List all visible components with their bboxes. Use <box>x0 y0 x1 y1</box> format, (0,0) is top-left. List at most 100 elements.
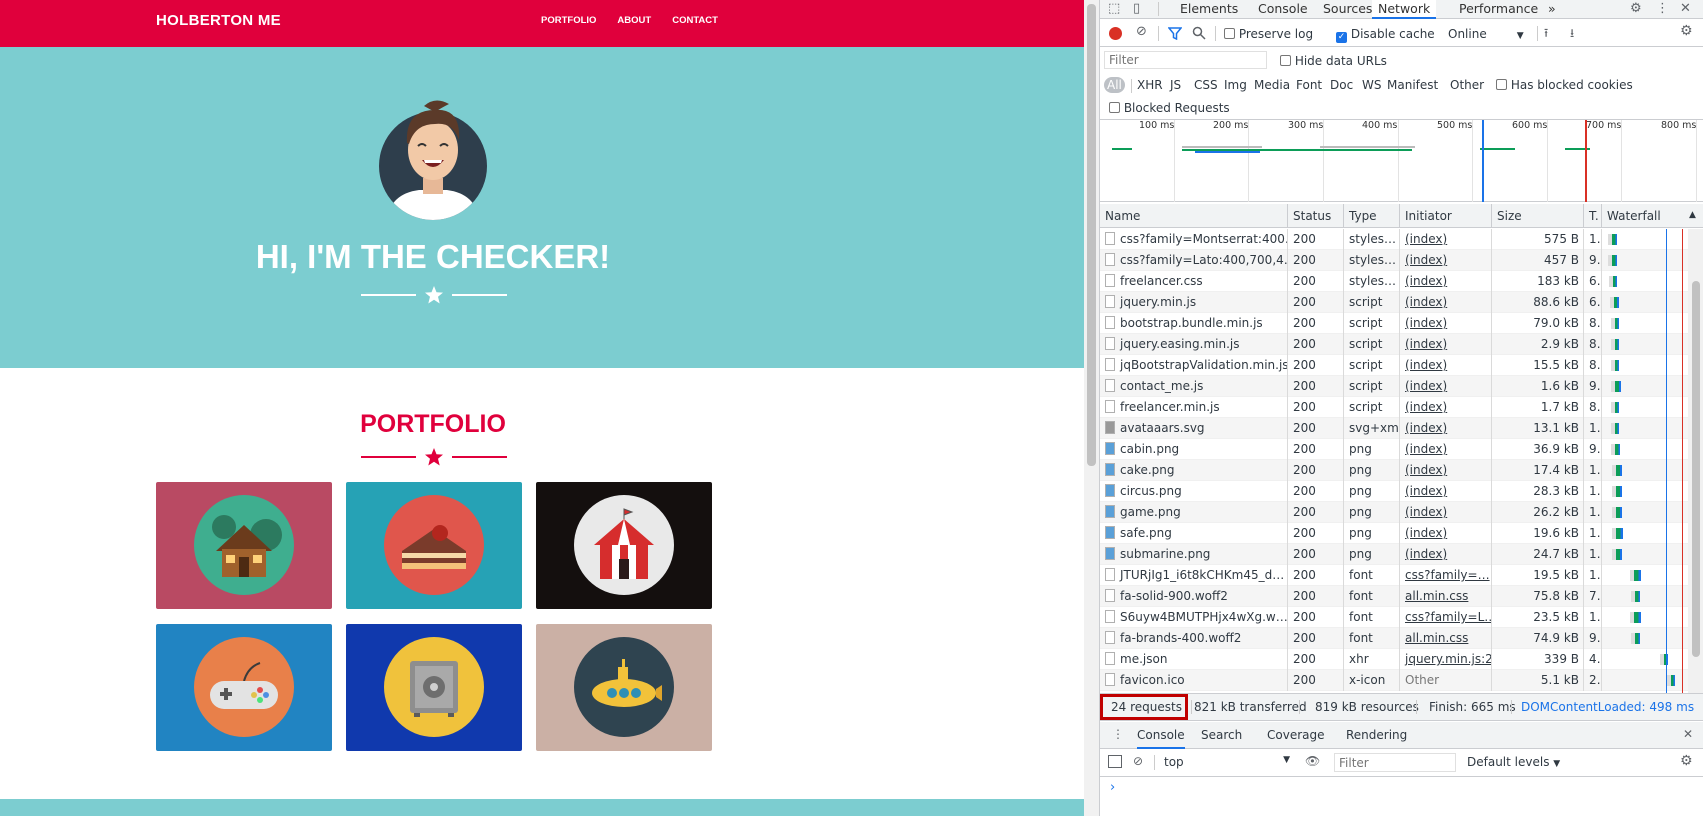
cell-initiator[interactable]: (index) <box>1400 523 1492 544</box>
cell-initiator[interactable]: (index) <box>1400 271 1492 292</box>
request-row[interactable]: fa-solid-900.woff2 200 font all.min.css 75.8… <box>1100 586 1688 607</box>
col-status[interactable]: Status <box>1288 204 1344 228</box>
col-waterfall[interactable]: Waterfall <box>1602 204 1702 228</box>
filter-input[interactable] <box>1104 51 1267 69</box>
disable-cache-checkbox[interactable]: ✓ Disable cache <box>1336 27 1435 43</box>
filter-type-other[interactable]: Other <box>1450 78 1484 92</box>
tab-network[interactable]: Network <box>1372 0 1437 19</box>
context-select[interactable]: top ▼ <box>1164 755 1290 769</box>
request-row[interactable]: me.json 200 xhr jquery.min.js:2 339 B 4… <box>1100 649 1688 670</box>
console-settings-icon[interactable]: ⚙ <box>1680 753 1693 769</box>
tab-console[interactable]: Console <box>1258 0 1308 17</box>
drawer-tab-console[interactable]: Console <box>1137 728 1185 749</box>
timeline-overview[interactable]: 100 ms 200 ms 300 ms 400 ms 500 ms 600 m… <box>1100 120 1703 202</box>
import-har-icon[interactable]: ⭱ <box>1544 24 1548 45</box>
filter-type-js[interactable]: JS <box>1170 78 1181 92</box>
col-name[interactable]: Name <box>1100 204 1288 228</box>
site-brand[interactable]: HOLBERTON ME <box>156 12 281 29</box>
clear-console-icon[interactable]: ⊘ <box>1133 754 1143 768</box>
settings-gear-icon[interactable]: ⚙ <box>1630 0 1642 17</box>
sidebar-toggle-icon[interactable] <box>1108 755 1122 768</box>
request-row[interactable]: css?family=Montserrat:400… 200 styles… (ind… <box>1100 229 1688 250</box>
cell-initiator[interactable]: (index) <box>1400 313 1492 334</box>
inspect-element-icon[interactable]: ⬚ <box>1108 0 1120 17</box>
request-row[interactable]: jquery.min.js 200 script (index) 88.6 kB 6… <box>1100 292 1688 313</box>
page-scrollbar[interactable] <box>1084 0 1099 816</box>
request-row[interactable]: contact_me.js 200 script (index) 1.6 kB 9… <box>1100 376 1688 397</box>
more-tabs-button[interactable]: » <box>1548 0 1556 17</box>
request-row[interactable]: fa-brands-400.woff2 200 font all.min.css 74.… <box>1100 628 1688 649</box>
tab-performance[interactable]: Performance <box>1459 0 1538 17</box>
drawer-tab-coverage[interactable]: Coverage <box>1267 728 1325 742</box>
clear-icon[interactable]: ⊘ <box>1136 24 1147 39</box>
portfolio-item-cabin[interactable] <box>156 482 332 609</box>
col-type[interactable]: Type <box>1344 204 1400 228</box>
filter-type-css[interactable]: CSS <box>1194 78 1218 92</box>
nav-link-contact[interactable]: CONTACT <box>672 15 718 26</box>
close-icon[interactable]: ✕ <box>1680 0 1691 17</box>
record-button[interactable] <box>1109 27 1122 40</box>
search-icon[interactable] <box>1192 26 1206 40</box>
cell-initiator[interactable]: jquery.min.js:2 <box>1400 649 1492 670</box>
portfolio-item-game[interactable] <box>156 624 332 751</box>
request-row[interactable]: submarine.png 200 png (index) 24.7 kB 1… <box>1100 544 1688 565</box>
request-row[interactable]: jqBootstrapValidation.min.js 200 script (in… <box>1100 355 1688 376</box>
request-row[interactable]: safe.png 200 png (index) 19.6 kB 1… <box>1100 523 1688 544</box>
request-row[interactable]: css?family=Lato:400,700,4… 200 styles… (ind… <box>1100 250 1688 271</box>
cell-initiator[interactable]: (index) <box>1400 229 1492 250</box>
cell-initiator[interactable]: css?family=L… <box>1400 607 1492 628</box>
cell-initiator[interactable]: (index) <box>1400 502 1492 523</box>
console-filter-input[interactable] <box>1334 753 1456 772</box>
portfolio-item-circus[interactable] <box>536 482 712 609</box>
cell-initiator[interactable]: css?family=… <box>1400 565 1492 586</box>
filter-type-ws[interactable]: WS <box>1362 78 1381 92</box>
filter-type-img[interactable]: Img <box>1224 78 1247 92</box>
preserve-log-checkbox[interactable]: Preserve log <box>1224 27 1313 41</box>
nav-link-portfolio[interactable]: PORTFOLIO <box>541 15 596 26</box>
cell-initiator[interactable]: (index) <box>1400 292 1492 313</box>
request-row[interactable]: game.png 200 png (index) 26.2 kB 1… <box>1100 502 1688 523</box>
log-levels-select[interactable]: Default levels ▼ <box>1467 755 1560 769</box>
filter-type-font[interactable]: Font <box>1296 78 1322 92</box>
cell-initiator[interactable]: (index) <box>1400 376 1492 397</box>
col-time[interactable]: T. <box>1584 204 1602 228</box>
export-har-icon[interactable]: ⭳ <box>1570 24 1574 45</box>
drawer-close-icon[interactable]: ✕ <box>1683 727 1693 741</box>
request-row[interactable]: cake.png 200 png (index) 17.4 kB 1… <box>1100 460 1688 481</box>
portfolio-item-submarine[interactable] <box>536 624 712 751</box>
request-row[interactable]: freelancer.css 200 styles… (index) 183 kB 6… <box>1100 271 1688 292</box>
request-row[interactable]: S6uyw4BMUTPHjx4wXg.w… 200 font css?family=L… <box>1100 607 1688 628</box>
tab-sources[interactable]: Sources <box>1323 0 1372 17</box>
portfolio-item-cake[interactable] <box>346 482 522 609</box>
cell-initiator[interactable]: (index) <box>1400 460 1492 481</box>
has-blocked-cookies-checkbox[interactable]: Has blocked cookies <box>1496 78 1633 92</box>
cell-initiator[interactable]: (index) <box>1400 355 1492 376</box>
filter-type-xhr[interactable]: XHR <box>1137 78 1163 92</box>
filter-type-doc[interactable]: Doc <box>1330 78 1353 92</box>
filter-type-media[interactable]: Media <box>1254 78 1290 92</box>
kebab-menu-icon[interactable]: ⋮ <box>1656 0 1669 17</box>
table-scrollbar[interactable] <box>1688 229 1703 693</box>
drawer-menu-icon[interactable]: ⋮ <box>1112 727 1124 741</box>
cell-initiator[interactable]: (index) <box>1400 397 1492 418</box>
cell-initiator[interactable]: (index) <box>1400 439 1492 460</box>
request-row[interactable]: favicon.ico 200 x-icon Other 5.1 kB 2… <box>1100 670 1688 691</box>
filter-type-manifest[interactable]: Manifest <box>1387 78 1438 92</box>
filter-icon[interactable] <box>1168 27 1182 40</box>
request-row[interactable]: bootstrap.bundle.min.js 200 script (index) 7… <box>1100 313 1688 334</box>
cell-initiator[interactable]: all.min.css <box>1400 628 1492 649</box>
cell-initiator[interactable]: (index) <box>1400 481 1492 502</box>
request-row[interactable]: JTURjIg1_i6t8kCHKm45_d… 200 font css?family… <box>1100 565 1688 586</box>
live-expression-eye-icon[interactable]: 👁 <box>1305 754 1320 768</box>
cell-initiator[interactable]: Other <box>1400 670 1492 691</box>
drawer-tab-search[interactable]: Search <box>1201 728 1242 742</box>
console-prompt[interactable]: › <box>1110 780 1115 795</box>
cell-initiator[interactable]: (index) <box>1400 544 1492 565</box>
col-size[interactable]: Size <box>1492 204 1584 228</box>
throttling-select[interactable]: Online ▼ <box>1448 27 1524 41</box>
network-settings-icon[interactable]: ⚙ <box>1680 23 1693 39</box>
request-row[interactable]: jquery.easing.min.js 200 script (index) 2.9 … <box>1100 334 1688 355</box>
cell-initiator[interactable]: all.min.css <box>1400 586 1492 607</box>
cell-initiator[interactable]: (index) <box>1400 418 1492 439</box>
cell-initiator[interactable]: (index) <box>1400 334 1492 355</box>
